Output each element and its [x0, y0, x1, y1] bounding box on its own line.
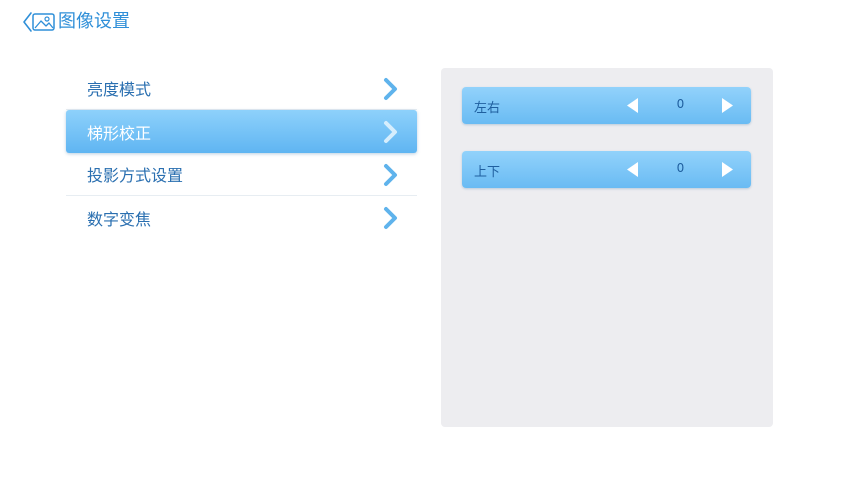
- chevron-right-icon: [384, 207, 397, 229]
- menu-item-label: 投影方式设置: [87, 166, 184, 185]
- arrow-left-icon[interactable]: [626, 97, 639, 114]
- chevron-right-icon: [384, 121, 397, 143]
- menu-item-keystone-correction[interactable]: 梯形校正: [66, 110, 417, 153]
- row-value: 0: [676, 161, 685, 175]
- menu-item-label: 亮度模式: [87, 80, 152, 99]
- chevron-right-icon: [384, 78, 397, 100]
- row-value: 0: [676, 97, 685, 111]
- menu-item-brightness-mode[interactable]: 亮度模式: [66, 67, 417, 110]
- page-title: 图像设置: [58, 11, 130, 32]
- page-header: 图像设置: [22, 9, 130, 35]
- horizontal-keystone-row[interactable]: 左右 0: [462, 87, 751, 124]
- keystone-panel: 左右 0 上下 0: [441, 68, 773, 427]
- menu-item-projection-mode[interactable]: 投影方式设置: [66, 153, 417, 196]
- arrow-right-icon[interactable]: [721, 97, 734, 114]
- settings-menu: 亮度模式 梯形校正 投影方式设置 数字变焦: [66, 67, 417, 239]
- row-label: 上下: [474, 165, 501, 180]
- vertical-keystone-row[interactable]: 上下 0: [462, 151, 751, 188]
- arrow-right-icon[interactable]: [721, 161, 734, 178]
- menu-item-label: 数字变焦: [87, 209, 152, 229]
- chevron-right-icon: [384, 164, 397, 186]
- back-image-icon[interactable]: [22, 11, 56, 33]
- arrow-left-icon[interactable]: [626, 161, 639, 178]
- menu-item-digital-zoom[interactable]: 数字变焦: [66, 196, 417, 239]
- menu-item-label: 梯形校正: [87, 123, 152, 143]
- row-label: 左右: [474, 101, 501, 116]
